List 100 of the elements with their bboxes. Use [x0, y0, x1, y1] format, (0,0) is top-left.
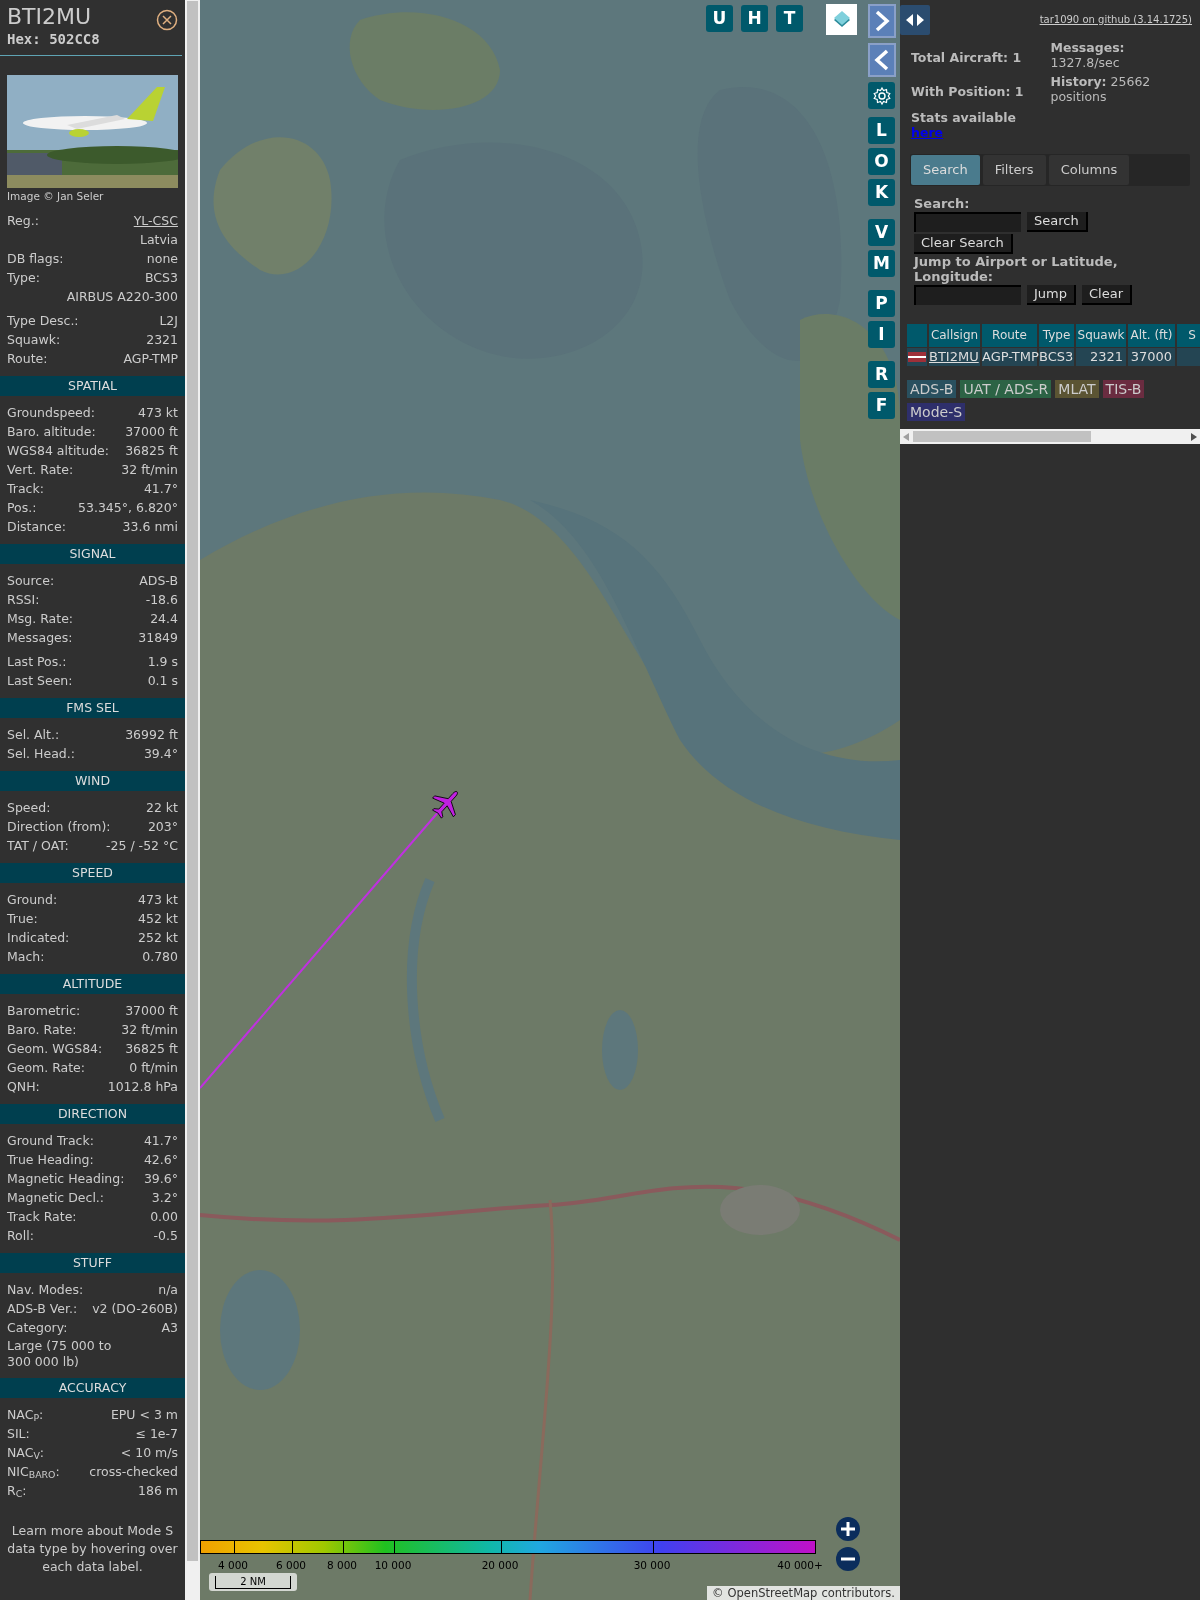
field-label: WGS84 altitude: [7, 442, 110, 460]
registration-link[interactable]: YL-CSC [133, 211, 178, 230]
left-right-arrows-icon [905, 13, 925, 27]
field-label: Track Rate: [7, 1208, 77, 1226]
field-value: A3 [161, 1319, 178, 1337]
field-value: < 10 m/s [120, 1444, 178, 1462]
field-value: 186 m [138, 1482, 178, 1500]
scroll-right-icon[interactable] [1191, 432, 1197, 441]
map-toggle-button[interactable]: T [776, 5, 803, 32]
column-header[interactable]: Route [982, 324, 1037, 347]
search-field[interactable] [914, 212, 1021, 232]
scale-label: 2 NM [215, 1575, 291, 1589]
field-label: Magnetic Decl.: [7, 1189, 105, 1207]
field-label: Distance: [7, 518, 66, 536]
section-header: SPATIAL [0, 376, 185, 396]
column-header[interactable]: S [1177, 324, 1200, 347]
field-label: Last Seen: [7, 672, 73, 690]
field-label: Geom. WGS84: [7, 1040, 103, 1058]
jump-field[interactable] [914, 285, 1021, 305]
scrollbar-thumb[interactable] [913, 431, 1091, 442]
search-button[interactable]: Search [1027, 212, 1088, 232]
column-header[interactable]: Squawk [1076, 324, 1126, 347]
field-value: 452 kt [138, 910, 178, 928]
next-button[interactable] [868, 4, 896, 38]
scrollbar-thumb[interactable] [187, 1, 198, 1561]
flag-icon [907, 348, 927, 366]
zoom-in-button[interactable] [836, 1517, 860, 1541]
column-header[interactable]: Type [1039, 324, 1074, 347]
jump-button[interactable]: Jump [1027, 285, 1076, 305]
table-cell: 2321 [1076, 348, 1126, 366]
source-tag: ADS-B [907, 380, 957, 398]
scrollbar[interactable] [185, 0, 200, 1600]
field-label: Msg. Rate: [7, 610, 74, 628]
field-label: Sel. Head.: [7, 745, 75, 763]
callsign-link[interactable]: BTI2MU [929, 348, 980, 366]
table-cell: 37000 [1128, 348, 1175, 366]
panel-toggle-button[interactable] [900, 5, 930, 35]
map-toggle-button[interactable]: M [868, 250, 895, 277]
field-value: cross-checked [89, 1463, 178, 1481]
attribution-link[interactable]: OpenStreetMap [727, 1586, 818, 1600]
field-value: 41.7° [143, 480, 178, 498]
scroll-left-icon[interactable] [903, 432, 909, 441]
column-header[interactable]: Alt. (ft) [1128, 324, 1175, 347]
field-value: 39.4° [143, 745, 178, 763]
field-label: Speed: [7, 799, 51, 817]
field-value: 41.7° [143, 1132, 178, 1150]
field-value: 53.345°, 6.820° [78, 499, 178, 517]
field-value: 36992 ft [125, 726, 178, 744]
tab[interactable]: Columns [1048, 155, 1130, 185]
map-toggle-button[interactable]: K [868, 179, 895, 206]
map-toggle-button[interactable]: F [868, 392, 895, 419]
field-label: NIC$_{BARO}$: [7, 1463, 60, 1481]
column-header[interactable]: Callsign [929, 324, 980, 347]
map-toggle-button[interactable]: O [868, 148, 895, 175]
stat-text: Messages: 1327.8/sec [1050, 40, 1126, 70]
attribution-text: contributors. [821, 1586, 895, 1600]
section-header: ALTITUDE [0, 974, 185, 994]
zoom-out-button[interactable] [836, 1547, 860, 1571]
clear-button[interactable]: Clear [1082, 285, 1132, 305]
horizontal-scrollbar[interactable] [900, 429, 1200, 444]
field-value: v2 (DO-260B) [92, 1300, 178, 1318]
table-cell: BCS3 [1039, 348, 1074, 366]
stat-text: With Position: 1 [911, 84, 1025, 100]
map-toggle-button[interactable]: H [741, 5, 768, 32]
field-label: Geom. Rate: [7, 1059, 86, 1077]
field-value: 42.6° [143, 1151, 178, 1169]
section-header: DIRECTION [0, 1104, 185, 1124]
field-value: L2J [159, 312, 178, 330]
legend-label: 20 000 [481, 1559, 519, 1571]
field-value: EPU < 3 m [110, 1406, 178, 1424]
clear-search-button[interactable]: Clear Search [914, 234, 1013, 254]
legend-label: 40 000+ [777, 1559, 823, 1571]
field-value: 36825 ft [125, 1040, 178, 1058]
field-value: 2321 [146, 331, 178, 349]
legend-label: 6 000 [275, 1559, 307, 1571]
previous-button[interactable] [868, 43, 896, 77]
field-value: 31849 [138, 629, 178, 647]
field-value: AGP-TMP [123, 350, 178, 368]
field-value: 39.6° [143, 1170, 178, 1188]
map-toggle-button[interactable]: R [868, 361, 895, 388]
field-label: RSSI: [7, 591, 40, 609]
settings-button[interactable] [868, 82, 895, 109]
field-label: True Heading: [7, 1151, 94, 1169]
map-toggle-button[interactable]: L [868, 117, 895, 144]
map-toggle-button[interactable]: U [706, 5, 733, 32]
map-toggle-button[interactable]: P [868, 290, 895, 317]
field-value: 203° [147, 818, 178, 836]
field-label: Type Desc.: [7, 312, 79, 330]
field-label: Pos.: [7, 499, 37, 517]
field-value: Large (75 000 to 300 000 lb) [7, 1338, 113, 1370]
version-link[interactable]: tar1090 on github (3.14.1725) [1039, 14, 1192, 26]
tab[interactable]: Search [911, 155, 980, 185]
field-label: QNH: [7, 1078, 40, 1096]
attribution-text: © [711, 1586, 724, 1600]
field-label: DB flags: [7, 250, 64, 268]
map-toggle-button[interactable]: V [868, 219, 895, 246]
field-value: BCS3 [145, 269, 178, 287]
layers-button[interactable] [826, 4, 857, 35]
map-toggle-button[interactable]: I [868, 321, 895, 348]
tab[interactable]: Filters [982, 155, 1046, 185]
